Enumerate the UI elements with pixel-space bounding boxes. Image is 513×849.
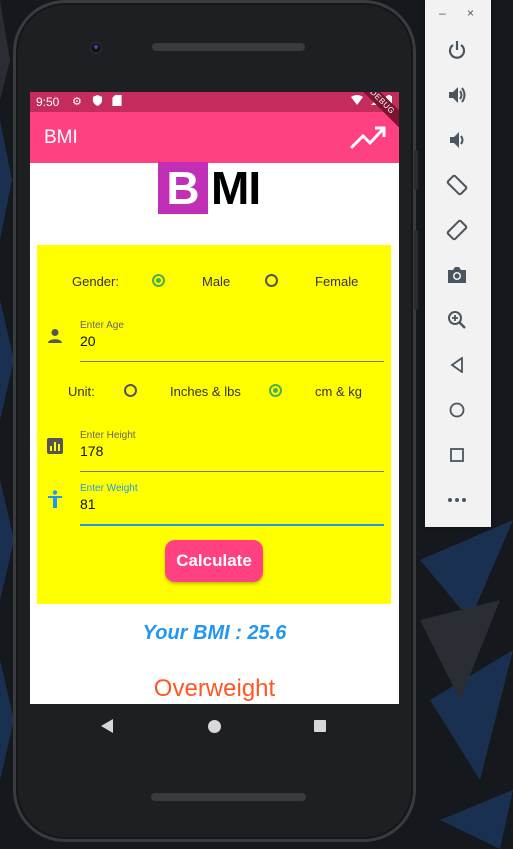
bmi-logo: B MI xyxy=(158,162,268,214)
gender-option-female[interactable]: Female xyxy=(315,274,358,289)
shield-icon xyxy=(92,95,103,109)
status-bar: 9:50 ⚙ xyxy=(30,92,399,112)
person-icon xyxy=(47,328,63,349)
status-time: 9:50 xyxy=(36,95,60,109)
gender-option-male[interactable]: Male xyxy=(202,274,230,289)
accessibility-icon xyxy=(47,490,63,513)
gender-radio-female[interactable] xyxy=(265,274,278,287)
app-bar: BMI xyxy=(30,112,399,163)
unit-label: Unit: xyxy=(68,384,95,399)
app-title: BMI xyxy=(44,127,78,148)
minimize-button[interactable]: – xyxy=(439,6,446,20)
unit-radio-cm-kg[interactable] xyxy=(269,384,282,397)
calculate-button[interactable]: Calculate xyxy=(165,540,263,582)
close-button[interactable]: × xyxy=(467,6,474,20)
age-field-underline xyxy=(80,361,384,362)
volume-down-icon[interactable] xyxy=(445,128,469,152)
volume-up-icon[interactable] xyxy=(445,83,469,107)
overview-icon[interactable] xyxy=(445,443,469,467)
nav-recents-icon[interactable] xyxy=(314,720,326,732)
height-field-label: Enter Height xyxy=(80,430,136,441)
camera-icon[interactable] xyxy=(445,263,469,287)
weight-field[interactable]: Enter Weight 81 xyxy=(80,483,384,526)
weight-field-label: Enter Weight xyxy=(80,483,138,494)
gender-radio-male[interactable] xyxy=(152,274,165,287)
bmi-category: Overweight xyxy=(153,675,276,702)
more-icon[interactable] xyxy=(445,488,469,512)
wifi-icon xyxy=(351,95,363,108)
bmi-form: Gender: Male Female Enter Age 20 Unit: I… xyxy=(37,245,391,604)
rotate-right-icon[interactable] xyxy=(445,218,469,242)
zoom-icon[interactable] xyxy=(445,308,469,332)
volume-rocker xyxy=(414,230,418,310)
logo-letters-mi: MI xyxy=(211,162,261,214)
trending-up-icon[interactable] xyxy=(349,124,387,155)
unit-option-cm-kg[interactable]: cm & kg xyxy=(315,384,362,399)
rotate-left-icon[interactable] xyxy=(445,173,469,197)
height-field-underline xyxy=(80,471,384,472)
height-field[interactable]: Enter Height 178 xyxy=(80,430,384,472)
home-icon[interactable] xyxy=(445,398,469,422)
nav-home-icon[interactable] xyxy=(208,720,221,733)
bmi-result: Your BMI : 25.6 xyxy=(142,622,287,644)
weight-field-value[interactable]: 81 xyxy=(80,496,384,512)
app-screen: 9:50 ⚙ BMI DEBUG B MI Gender: Male Femal… xyxy=(30,92,399,704)
age-field-label: Enter Age xyxy=(80,320,124,331)
unit-option-inches-lbs[interactable]: Inches & lbs xyxy=(170,384,241,399)
emulator-toolbar: – × xyxy=(425,0,491,527)
nav-back-icon[interactable] xyxy=(101,719,113,738)
bottom-speaker xyxy=(151,793,306,801)
power-icon[interactable] xyxy=(445,38,469,62)
settings-icon: ⚙ xyxy=(72,96,82,108)
weight-field-underline xyxy=(80,524,384,526)
front-camera xyxy=(89,41,103,55)
bar-chart-icon xyxy=(47,438,63,459)
side-button xyxy=(414,150,418,190)
logo-letter-b: B xyxy=(158,162,208,214)
gender-label: Gender: xyxy=(72,274,119,289)
age-field-value[interactable]: 20 xyxy=(80,333,384,349)
unit-radio-inches-lbs[interactable] xyxy=(124,384,137,397)
sd-card-icon xyxy=(112,95,122,109)
back-icon[interactable] xyxy=(445,353,469,377)
height-field-value[interactable]: 178 xyxy=(80,443,384,459)
age-field[interactable]: Enter Age 20 xyxy=(80,320,384,362)
top-speaker xyxy=(152,43,305,51)
